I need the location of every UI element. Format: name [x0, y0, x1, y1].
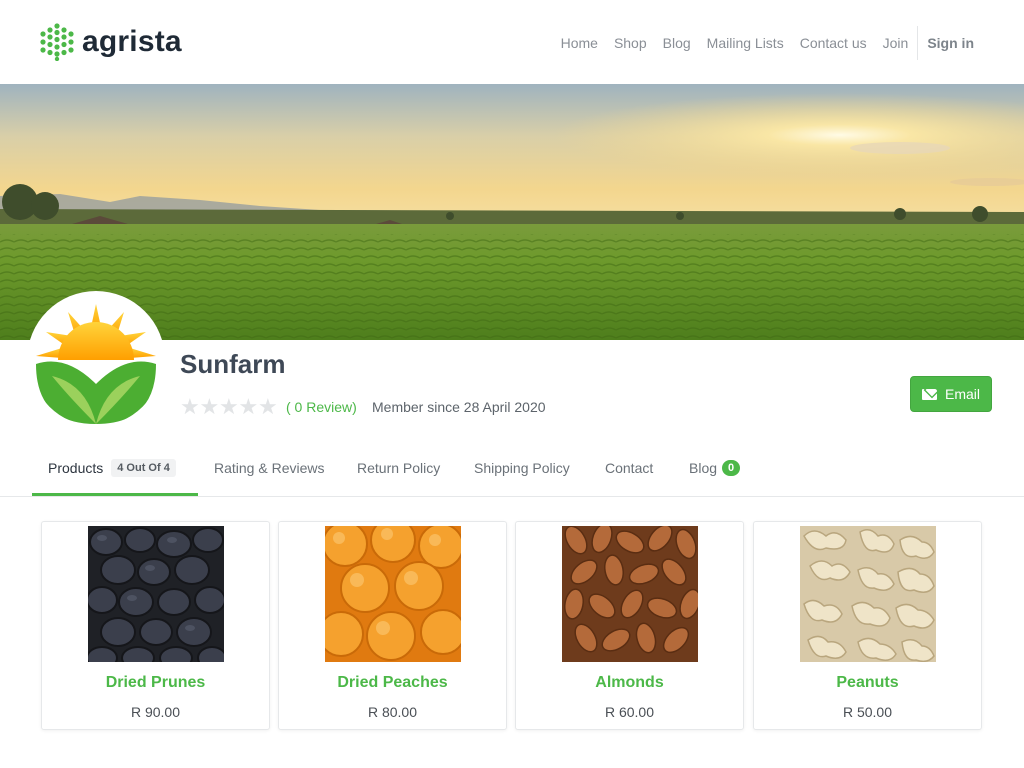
product-name[interactable]: Almonds [516, 674, 743, 692]
site-header: agrista Home Shop Blog Mailing Lists Con… [0, 0, 1024, 84]
products-count-badge: 4 Out Of 4 [111, 459, 176, 477]
product-price: R 80.00 [367, 704, 418, 720]
nav-shop[interactable]: Shop [614, 35, 647, 51]
tab-return-policy[interactable]: Return Policy [357, 440, 440, 496]
product-card[interactable]: Peanuts R 50.00 [753, 521, 982, 730]
tab-shipping-policy[interactable]: Shipping Policy [474, 440, 570, 496]
nav-join[interactable]: Join [883, 35, 909, 51]
nav-contact-us[interactable]: Contact us [800, 35, 867, 51]
product-price: R 50.00 [842, 704, 893, 720]
tab-contact[interactable]: Contact [605, 440, 653, 496]
envelope-icon [921, 388, 937, 400]
product-image-almonds[interactable] [562, 526, 698, 662]
cover-banner [0, 84, 1024, 340]
tab-blog-label: Blog [689, 460, 718, 476]
brand-name: agrista [82, 25, 182, 58]
farm-name: Sunfarm [180, 349, 286, 379]
product-name[interactable]: Peanuts [754, 674, 981, 692]
tab-contact-label: Contact [605, 460, 654, 476]
tab-products[interactable]: Products 4 Out Of 4 [48, 440, 176, 496]
tab-rating-reviews-label: Rating & Reviews [214, 460, 325, 476]
profile-tabs: Products 4 Out Of 4 Rating & Reviews Ret… [0, 440, 1024, 497]
agrista-logo-icon [40, 23, 74, 61]
star-icon: ★ [258, 394, 278, 419]
farm-avatar [30, 294, 162, 426]
product-image-peanuts[interactable] [800, 526, 936, 662]
tab-rating-reviews[interactable]: Rating & Reviews [214, 440, 325, 496]
email-button-label: Email [944, 386, 980, 402]
blog-count-badge: 0 [722, 460, 741, 476]
active-tab-indicator [32, 493, 198, 496]
tab-return-policy-label: Return Policy [357, 460, 441, 476]
product-name[interactable]: Dried Prunes [42, 674, 269, 692]
tab-blog[interactable]: Blog 0 [689, 440, 741, 496]
main-nav: Home Shop Blog Mailing Lists Contact us … [561, 26, 974, 60]
product-image-peaches[interactable] [325, 526, 461, 662]
nav-divider [917, 26, 919, 60]
tab-shipping-policy-label: Shipping Policy [474, 460, 570, 476]
nav-mailing-lists[interactable]: Mailing Lists [707, 35, 784, 51]
farm-landscape-image [0, 84, 1024, 340]
product-name[interactable]: Dried Peaches [279, 674, 506, 692]
nav-home[interactable]: Home [561, 35, 598, 51]
nav-blog[interactable]: Blog [663, 35, 691, 51]
product-image-prunes[interactable] [88, 526, 224, 662]
star-icon: ★ [180, 394, 200, 419]
product-card[interactable]: Almonds R 60.00 [515, 521, 744, 730]
review-count-link[interactable]: ( 0 Review) [286, 399, 357, 415]
member-since: Member since 28 April 2020 [372, 399, 546, 415]
product-price: R 60.00 [604, 704, 655, 720]
product-card[interactable]: Dried Peaches R 80.00 [278, 521, 507, 730]
tab-products-label: Products [48, 460, 104, 476]
brand-logo[interactable]: agrista [40, 22, 182, 62]
nav-sign-in[interactable]: Sign in [927, 35, 974, 51]
product-price: R 90.00 [130, 704, 181, 720]
email-button[interactable]: Email [910, 376, 992, 412]
star-icon: ★ [238, 394, 259, 419]
product-card[interactable]: Dried Prunes R 90.00 [41, 521, 270, 730]
star-icon: ★ [199, 394, 220, 419]
star-icon: ★ [219, 394, 239, 419]
rating-stars: ★ ★ ★ ★ ★ [180, 396, 278, 418]
sunfarm-logo-icon [30, 294, 162, 426]
